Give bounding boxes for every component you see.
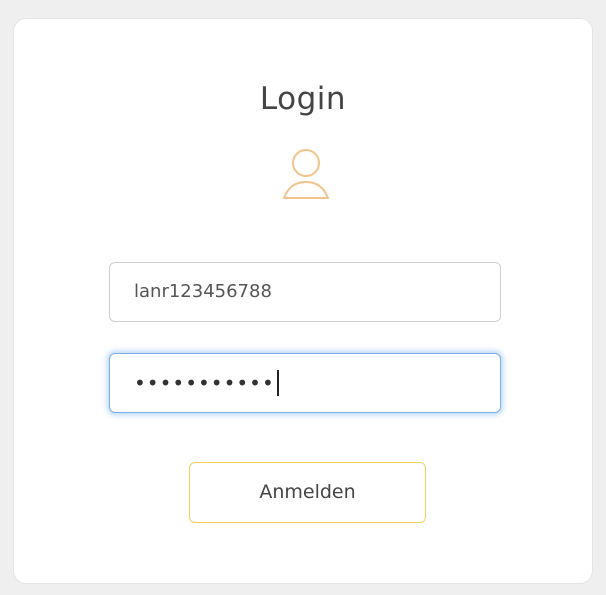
login-button[interactable]: Anmelden	[189, 462, 426, 523]
password-mask: •••••••••••	[134, 371, 275, 395]
text-caret	[276, 370, 279, 396]
page-background: Login lanr123456788 ••••••••••• Anmelden	[0, 0, 606, 595]
login-card: Login lanr123456788 ••••••••••• Anmelden	[14, 19, 592, 583]
username-input[interactable]: lanr123456788	[109, 262, 501, 322]
user-icon	[278, 143, 334, 205]
page-title: Login	[259, 81, 347, 117]
password-input[interactable]: •••••••••••	[109, 353, 501, 413]
username-value: lanr123456788	[134, 281, 272, 302]
